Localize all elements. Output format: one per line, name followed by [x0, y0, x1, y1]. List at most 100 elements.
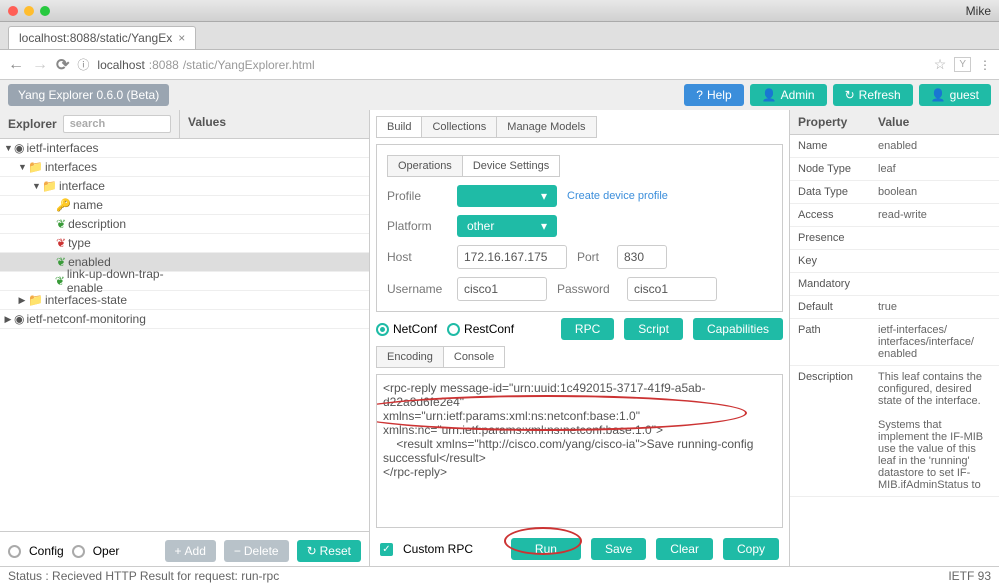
- admin-button[interactable]: 👤Admin: [750, 84, 827, 106]
- port-label: Port: [577, 250, 607, 264]
- tree-node[interactable]: ▼◉ ietf-interfaces: [0, 139, 369, 158]
- window-controls[interactable]: [8, 6, 50, 16]
- chevron-down-icon: ▾: [541, 189, 547, 203]
- tab-device-settings[interactable]: Device Settings: [463, 156, 559, 176]
- tab-title: localhost:8088/static/YangEx: [19, 31, 172, 45]
- leaf-icon: ❦: [55, 274, 65, 288]
- platform-select[interactable]: other▾: [457, 215, 557, 237]
- host-label: Host: [387, 250, 447, 264]
- tab-console[interactable]: Console: [444, 347, 504, 367]
- browser-tab[interactable]: localhost:8088/static/YangEx ×: [8, 26, 196, 49]
- forward-icon[interactable]: →: [32, 56, 48, 74]
- tree-node[interactable]: ❦ link-up-down-trap-enable: [0, 272, 369, 291]
- tree-label: interfaces-state: [45, 293, 127, 307]
- prop-name: Access: [790, 204, 870, 227]
- url-path: /static/YangExplorer.html: [183, 58, 315, 72]
- password-input[interactable]: [627, 277, 717, 301]
- tab-collections[interactable]: Collections: [422, 117, 497, 137]
- tree-node[interactable]: 🔑 name: [0, 196, 369, 215]
- prop-name: Presence: [790, 227, 870, 250]
- tree-node[interactable]: ❦ type: [0, 234, 369, 253]
- delete-button[interactable]: −Delete: [224, 540, 289, 562]
- property-row: Data Typeboolean: [790, 181, 999, 204]
- tree-node[interactable]: ▶◉ ietf-netconf-monitoring: [0, 310, 369, 329]
- value-header: Value: [870, 110, 999, 135]
- oper-radio[interactable]: [72, 545, 85, 558]
- create-profile-link[interactable]: Create device profile: [567, 190, 668, 202]
- pin-icon: ◉: [14, 312, 24, 326]
- tree-node[interactable]: ▶📁 interfaces-state: [0, 291, 369, 310]
- tab-manage-models[interactable]: Manage Models: [497, 117, 595, 137]
- prop-value: [870, 250, 999, 273]
- console-output[interactable]: <rpc-reply message-id="urn:uuid:1c492015…: [376, 374, 783, 528]
- menu-icon[interactable]: ⋮: [979, 58, 991, 72]
- save-button[interactable]: Save: [591, 538, 646, 560]
- capabilities-button[interactable]: Capabilities: [693, 318, 783, 340]
- run-button[interactable]: Run: [511, 538, 581, 560]
- search-input[interactable]: search: [63, 115, 171, 133]
- tab-encoding[interactable]: Encoding: [377, 347, 444, 367]
- explorer-footer: Config Oper +Add −Delete ↻Reset: [0, 531, 369, 570]
- url-field[interactable]: localhost:8088/static/YangExplorer.html: [97, 58, 925, 72]
- property-row: Accessread-write: [790, 204, 999, 227]
- tree-label: type: [68, 236, 91, 250]
- copy-button[interactable]: Copy: [723, 538, 779, 560]
- host-input[interactable]: [457, 245, 567, 269]
- prop-name: Mandatory: [790, 273, 870, 296]
- help-button[interactable]: ?Help: [684, 84, 743, 106]
- bookmark-icon[interactable]: ☆: [934, 56, 947, 73]
- tree-node[interactable]: ❦ description: [0, 215, 369, 234]
- window-titlebar: Mike: [0, 0, 999, 22]
- prop-name: Name: [790, 135, 870, 158]
- prop-value: enabled: [870, 135, 999, 158]
- url-port: :8088: [149, 58, 179, 72]
- username-input[interactable]: [457, 277, 547, 301]
- port-input[interactable]: [617, 245, 667, 269]
- clear-button[interactable]: Clear: [656, 538, 713, 560]
- profile-select[interactable]: ▾: [457, 185, 557, 207]
- config-radio[interactable]: [8, 545, 21, 558]
- property-row: Node Typeleaf: [790, 158, 999, 181]
- property-row: Defaulttrue: [790, 296, 999, 319]
- prop-name: Description: [790, 366, 870, 497]
- leafr-icon: ❦: [56, 236, 66, 250]
- tree-label: interface: [59, 179, 105, 193]
- prop-name: Node Type: [790, 158, 870, 181]
- add-button[interactable]: +Add: [165, 540, 216, 562]
- tree-node[interactable]: ▼📁 interface: [0, 177, 369, 196]
- back-icon[interactable]: ←: [8, 56, 24, 74]
- info-icon[interactable]: ⓘ: [77, 56, 89, 73]
- rpc-button[interactable]: RPC: [561, 318, 614, 340]
- close-icon[interactable]: [8, 6, 18, 16]
- property-row: Pathietf-interfaces/ interfaces/interfac…: [790, 319, 999, 366]
- custom-rpc-checkbox[interactable]: ✓: [380, 543, 393, 556]
- reset-button[interactable]: ↻Reset: [297, 540, 361, 562]
- reload-icon[interactable]: ⟳: [56, 55, 69, 75]
- refresh-button[interactable]: ↻Refresh: [833, 84, 913, 106]
- tab-build[interactable]: Build: [377, 117, 422, 137]
- script-button[interactable]: Script: [624, 318, 683, 340]
- tree-node[interactable]: ▼📁 interfaces: [0, 158, 369, 177]
- model-tree[interactable]: ▼◉ ietf-interfaces▼📁 interfaces▼📁 interf…: [0, 139, 369, 531]
- refresh-icon: ↻: [845, 88, 855, 102]
- tree-label: link-up-down-trap-enable: [67, 267, 180, 295]
- prop-name: Key: [790, 250, 870, 273]
- user-icon: 👤: [931, 88, 946, 102]
- ext-icon[interactable]: Y: [954, 57, 971, 72]
- app-toolbar: Yang Explorer 0.6.0 (Beta) ?Help 👤Admin …: [0, 80, 999, 110]
- os-username: Mike: [966, 4, 991, 18]
- restconf-radio[interactable]: RestConf: [447, 322, 514, 336]
- maximize-icon[interactable]: [40, 6, 50, 16]
- netconf-radio[interactable]: NetConf: [376, 322, 437, 336]
- tab-close-icon[interactable]: ×: [178, 31, 185, 45]
- explorer-panel: Explorer search Values ▼◉ ietf-interface…: [0, 110, 370, 570]
- center-panel: BuildCollectionsManage Models Operations…: [370, 110, 789, 570]
- tree-label: description: [68, 217, 126, 231]
- platform-label: Platform: [387, 219, 447, 233]
- tab-operations[interactable]: Operations: [388, 156, 463, 176]
- minimize-icon[interactable]: [24, 6, 34, 16]
- property-row: DescriptionThis leaf contains the config…: [790, 366, 999, 497]
- address-bar: ← → ⟳ ⓘ localhost:8088/static/YangExplor…: [0, 50, 999, 80]
- guest-button[interactable]: 👤guest: [919, 84, 991, 106]
- prop-value: true: [870, 296, 999, 319]
